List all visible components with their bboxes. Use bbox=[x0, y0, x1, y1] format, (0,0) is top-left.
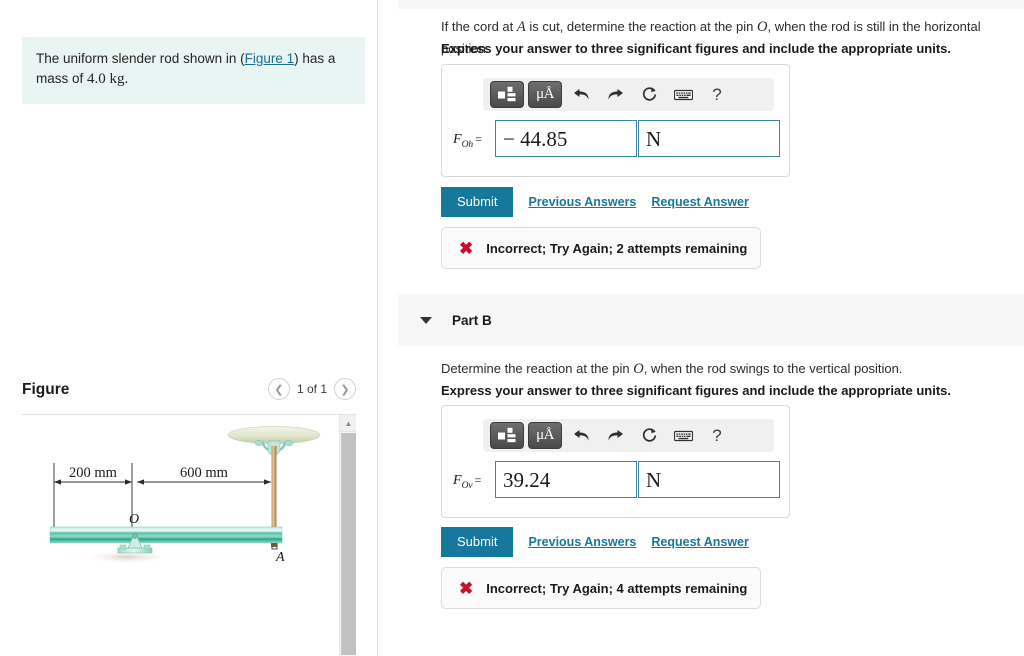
part-a-value-input[interactable]: − 44.85 bbox=[495, 120, 637, 157]
part-b-submit-button[interactable]: Submit bbox=[441, 527, 514, 557]
dim-200mm-label: 200 mm bbox=[69, 465, 118, 481]
x-mark-icon: ✖ bbox=[459, 238, 474, 258]
problem-mass-value: 4.0 kg. bbox=[87, 70, 129, 87]
figure-1-link[interactable]: Figure 1 bbox=[245, 51, 295, 66]
part-a-answer-card: μÅ ? FOh = − 44.85 N bbox=[441, 64, 790, 177]
figure-navigation: ❮ 1 of 1 ❯ bbox=[267, 378, 356, 400]
part-a-previous-answers-link[interactable]: Previous Answers bbox=[528, 195, 636, 209]
part-a-answer-label: FOh = bbox=[453, 132, 482, 150]
part-b-answer-row: FOv = 39.24 N bbox=[442, 461, 789, 507]
part-a-label-sub: Oh bbox=[461, 139, 474, 150]
part-b-question-tail: , when the rod swings to the vertical po… bbox=[643, 361, 903, 376]
keyboard-icon[interactable] bbox=[668, 81, 698, 108]
part-a-units-input[interactable]: N bbox=[638, 120, 780, 157]
problem-statement-box: The uniform slender rod shown in (Figure… bbox=[22, 37, 365, 105]
part-b-answer-card: μÅ ? FOv = 39.24 N bbox=[441, 405, 790, 518]
part-b-value-input[interactable]: 39.24 bbox=[495, 461, 637, 498]
figure-scrollbar[interactable]: ▲ bbox=[339, 415, 356, 656]
reset-circle-icon[interactable] bbox=[634, 422, 664, 449]
part-a-instruction: Express your answer to three significant… bbox=[441, 41, 951, 56]
math-template-icon[interactable] bbox=[490, 81, 524, 108]
figure-viewport: 200 mm 600 mm O A ▲ bbox=[22, 414, 356, 656]
problem-statement-text: The uniform slender rod shown in (Figure… bbox=[36, 49, 351, 90]
scrollbar-thumb[interactable] bbox=[341, 433, 356, 655]
part-b-instruction: Express your answer to three significant… bbox=[441, 383, 951, 398]
part-b-math-toolbar: μÅ ? bbox=[483, 419, 774, 452]
part-b-request-answer-link[interactable]: Request Answer bbox=[651, 535, 748, 549]
part-a-feedback-text: Incorrect; Try Again; 2 attempts remaini… bbox=[486, 240, 748, 256]
problem-text-pre: The uniform slender rod shown in ( bbox=[36, 51, 245, 66]
figure-counter: 1 of 1 bbox=[296, 382, 327, 396]
part-b-previous-answers-link[interactable]: Previous Answers bbox=[528, 535, 636, 549]
part-a-feedback: ✖ Incorrect; Try Again; 2 attempts remai… bbox=[441, 227, 761, 269]
part-a-math-toolbar: μÅ ? bbox=[483, 78, 774, 111]
part-a-question-mid: is cut, determine the reaction at the pi… bbox=[525, 19, 757, 34]
figure-panel-title: Figure bbox=[22, 381, 70, 398]
part-a-label-f: F bbox=[453, 132, 462, 147]
part-b-title: Part B bbox=[452, 312, 492, 328]
chevron-down-icon[interactable] bbox=[420, 316, 432, 324]
part-b-header[interactable]: Part B bbox=[398, 294, 1024, 346]
part-a-equals: = bbox=[475, 132, 482, 146]
left-panel: The uniform slender rod shown in (Figure… bbox=[0, 0, 378, 656]
part-a-var-a: A bbox=[516, 19, 526, 35]
part-b-answer-label: FOv = bbox=[453, 473, 481, 491]
part-b-equals: = bbox=[474, 473, 482, 487]
pin-label-O: O bbox=[129, 512, 139, 527]
undo-arrow-icon[interactable] bbox=[566, 81, 596, 108]
redo-arrow-icon[interactable] bbox=[600, 422, 630, 449]
part-a-submit-button[interactable]: Submit bbox=[441, 187, 514, 217]
part-a-request-answer-link[interactable]: Request Answer bbox=[651, 195, 748, 209]
part-a-answer-row: FOh = − 44.85 N bbox=[442, 120, 789, 166]
math-template-icon[interactable] bbox=[490, 422, 524, 449]
chevron-right-icon[interactable]: ❯ bbox=[334, 378, 356, 400]
dim-600mm-label: 600 mm bbox=[180, 465, 229, 481]
part-b-feedback: ✖ Incorrect; Try Again; 4 attempts remai… bbox=[441, 567, 761, 609]
part-b-label-sub: Ov bbox=[461, 480, 473, 491]
part-b-var-o: O bbox=[633, 361, 644, 377]
previous-part-header-strip bbox=[398, 0, 1024, 9]
part-b-question: Determine the reaction at the pin O, whe… bbox=[441, 359, 1011, 381]
chevron-left-icon[interactable]: ❮ bbox=[267, 378, 290, 400]
part-b-feedback-text: Incorrect; Try Again; 4 attempts remaini… bbox=[486, 580, 748, 596]
part-b-units-input[interactable]: N bbox=[638, 461, 780, 498]
figure-header: Figure ❮ 1 of 1 ❯ bbox=[22, 378, 356, 412]
units-button[interactable]: μÅ bbox=[528, 81, 562, 108]
part-a-question-lead: If the cord at bbox=[441, 19, 517, 34]
right-panel: If the cord at A is cut, determine the r… bbox=[379, 0, 1024, 656]
part-b-question-lead: Determine the reaction at the pin bbox=[441, 361, 634, 376]
cord-label-A: A bbox=[275, 550, 285, 565]
part-a-var-o: O bbox=[756, 19, 768, 35]
part-a-submit-row: Submit Previous Answers Request Answer bbox=[441, 187, 749, 217]
scroll-up-icon[interactable]: ▲ bbox=[340, 415, 356, 432]
x-mark-icon: ✖ bbox=[459, 578, 474, 598]
part-b-submit-row: Submit Previous Answers Request Answer bbox=[441, 527, 749, 557]
rod-diagram: 200 mm 600 mm O A bbox=[49, 426, 326, 565]
keyboard-icon[interactable] bbox=[668, 422, 698, 449]
part-b-label-f: F bbox=[453, 473, 462, 488]
mastering-physics-page: The uniform slender rod shown in (Figure… bbox=[0, 0, 1024, 656]
reset-circle-icon[interactable] bbox=[634, 81, 664, 108]
help-button[interactable]: ? bbox=[702, 422, 732, 449]
redo-arrow-icon[interactable] bbox=[600, 81, 630, 108]
units-button[interactable]: μÅ bbox=[528, 422, 562, 449]
undo-arrow-icon[interactable] bbox=[566, 422, 596, 449]
help-button[interactable]: ? bbox=[702, 81, 732, 108]
